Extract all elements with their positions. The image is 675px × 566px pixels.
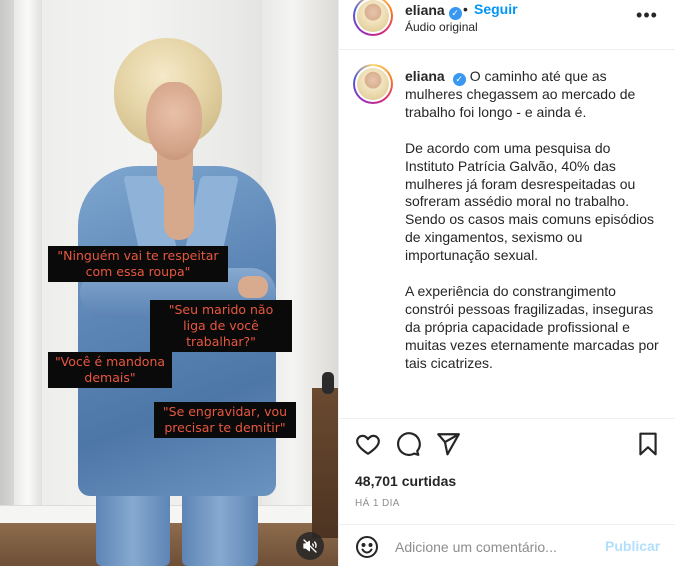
mute-button[interactable]	[296, 532, 324, 560]
door-frame	[14, 0, 42, 520]
post-video[interactable]: "Ninguém vai te respeitar com essa roupa…	[0, 0, 338, 566]
chest	[164, 180, 194, 240]
verified-badge-icon: ✓	[452, 73, 466, 86]
video-caption-2: "Seu marido não liga de você trabalhar?"	[150, 300, 292, 352]
comment-bar: Publicar	[339, 524, 675, 566]
audio-link[interactable]: Áudio original	[405, 20, 478, 34]
avatar-image	[357, 68, 389, 100]
emoji-icon[interactable]	[355, 535, 379, 559]
action-bar	[339, 418, 675, 466]
separator-dot: •	[463, 1, 468, 17]
follow-button[interactable]: Seguir	[474, 1, 518, 17]
vase	[322, 372, 334, 394]
author-username[interactable]: eliana	[405, 2, 445, 18]
caption-paragraph-2: De acordo com uma pesquisa do Instituto …	[405, 139, 655, 264]
send-icon[interactable]	[435, 431, 461, 457]
comment-input[interactable]	[395, 539, 585, 555]
video-caption-1: "Ninguém vai te respeitar com essa roupa…	[48, 246, 228, 282]
verified-badge-icon: ✓	[448, 7, 462, 20]
more-options-icon[interactable]: •••	[635, 6, 659, 24]
publish-button[interactable]: Publicar	[605, 538, 660, 554]
muted-speaker-icon	[303, 539, 317, 553]
post-caption: eliana ✓ O caminho até que as mulheres che…	[405, 68, 659, 390]
hand	[238, 276, 268, 298]
face	[146, 82, 202, 160]
caption-paragraph-3: A experiência do constrangimento constró…	[405, 282, 659, 371]
side-furniture	[312, 388, 338, 538]
author-avatar[interactable]	[353, 0, 393, 36]
comment-icon[interactable]	[395, 431, 421, 457]
post-timestamp[interactable]: HÁ 1 DIA	[355, 498, 400, 509]
caption-paragraph-1: eliana ✓ O caminho até que as mulheres che…	[405, 68, 659, 122]
video-caption-4: "Se engravidar, vou precisar te demitir"	[154, 402, 296, 438]
likes-count[interactable]: 48,701 curtidas	[355, 473, 456, 489]
caption-username[interactable]: eliana	[405, 68, 445, 84]
post-details-panel: eliana ✓ • Seguir Áudio original ••• elia…	[338, 0, 675, 566]
post-header: eliana ✓ • Seguir Áudio original •••	[339, 0, 675, 50]
caption-author-avatar[interactable]	[353, 64, 393, 104]
bookmark-icon[interactable]	[635, 431, 661, 457]
heart-icon[interactable]	[355, 431, 381, 457]
video-caption-3: "Você é mandona demais"	[48, 352, 172, 388]
avatar-image	[357, 0, 389, 32]
author-name-row: eliana ✓	[405, 2, 462, 20]
